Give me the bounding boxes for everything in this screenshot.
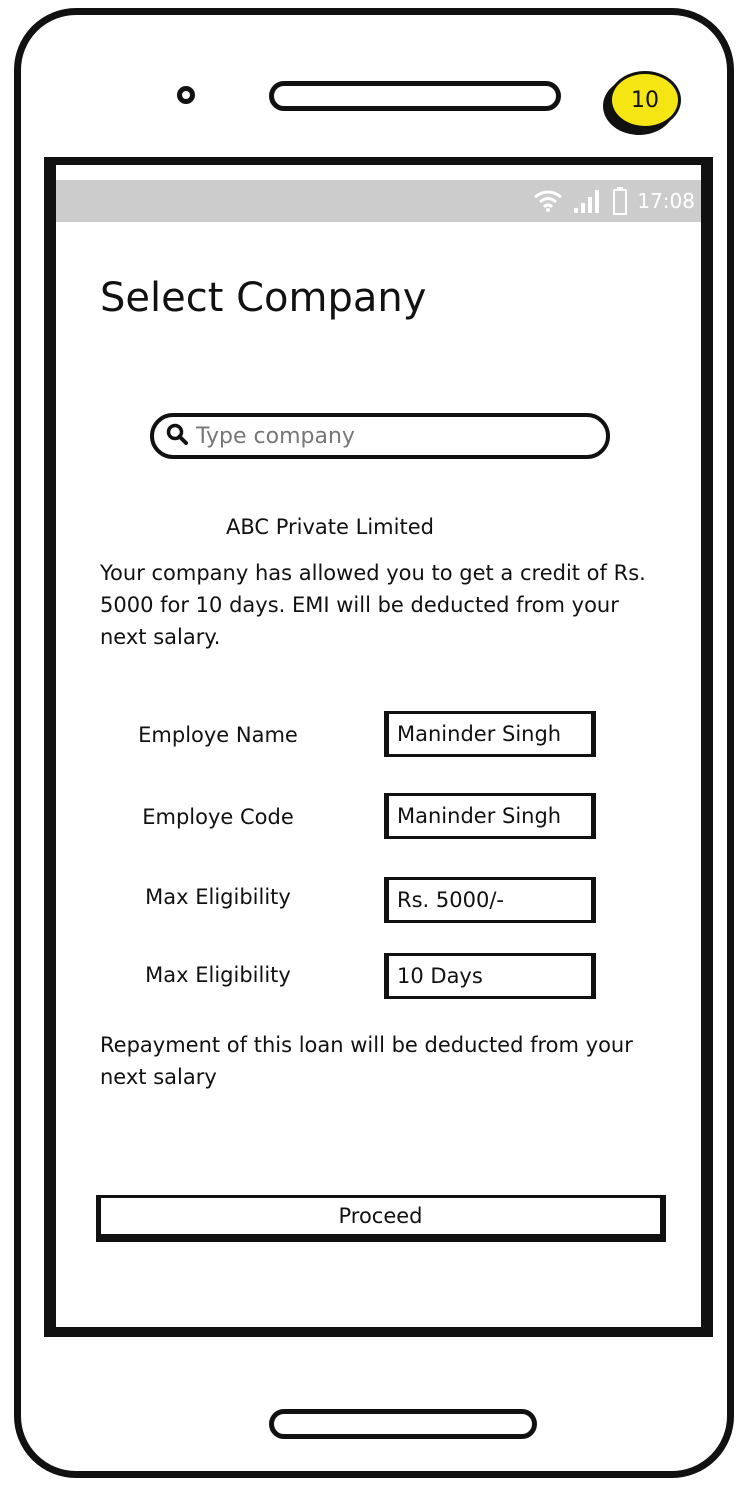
employee-name-field[interactable]: Maninder Singh (384, 711, 596, 757)
search-input[interactable] (196, 423, 556, 449)
status-time: 17:08 (637, 189, 695, 213)
status-icons: 17:08 (533, 184, 695, 218)
max-eligibility-amount-field[interactable]: Rs. 5000/- (384, 877, 596, 923)
max-eligibility-amount-label: Max Eligibility (145, 885, 291, 909)
camera-icon (177, 86, 195, 104)
speaker-slot (269, 81, 561, 111)
max-eligibility-days-label: Max Eligibility (145, 963, 291, 987)
status-bar: 17:08 (56, 180, 701, 222)
notification-badge: 10 (609, 71, 681, 129)
phone-screen: 17:08 Select Company ABC Private Limited… (44, 157, 713, 1337)
proceed-button[interactable]: Proceed (96, 1195, 666, 1237)
battery-icon (613, 187, 628, 215)
home-button[interactable] (269, 1409, 537, 1439)
wifi-icon (533, 189, 563, 213)
search-box[interactable] (150, 413, 610, 459)
search-icon (166, 423, 188, 449)
signal-icon (573, 188, 603, 214)
max-eligibility-days-field[interactable]: 10 Days (384, 953, 596, 999)
employee-name-label: Employe Name (138, 723, 298, 747)
page-title: Select Company (100, 275, 427, 321)
credit-info-text: Your company has allowed you to get a cr… (100, 561, 646, 649)
repayment-note: Repayment of this loan will be deducted … (100, 1033, 633, 1089)
employee-code-field[interactable]: Maninder Singh (384, 793, 596, 839)
employee-code-label: Employe Code (142, 805, 294, 829)
company-name: ABC Private Limited (226, 515, 434, 539)
